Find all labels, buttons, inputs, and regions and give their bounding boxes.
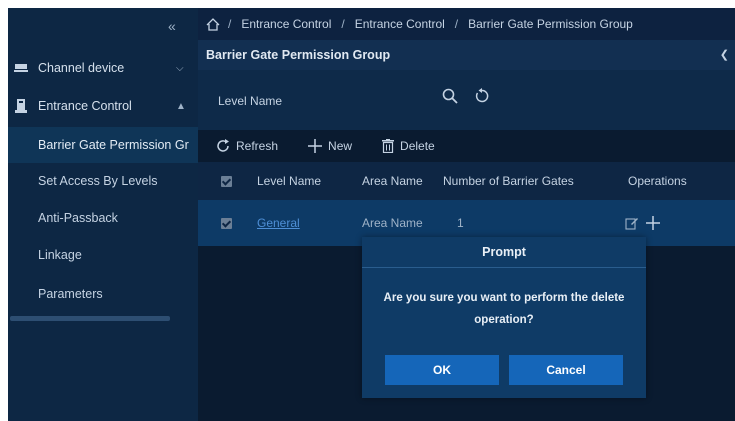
menu-entrance-control[interactable]: Entrance Control ▲	[8, 88, 198, 124]
breadcrumb-item-current: Barrier Gate Permission Group	[468, 17, 633, 31]
app-window: « Channel device ⌵ Entrance Control ▲ Ba…	[8, 8, 735, 421]
breadcrumb-item[interactable]: Entrance Control	[241, 17, 331, 31]
column-header-gates: Number of Barrier Gates	[443, 174, 574, 188]
column-header-operations: Operations	[628, 174, 687, 188]
breadcrumb-separator: /	[341, 17, 345, 31]
sidebar-item-barrier-gate-permission-group[interactable]: Barrier Gate Permission Gr	[8, 127, 198, 163]
prompt-dialog: Prompt Are you sure you want to perform …	[362, 237, 646, 398]
select-all-checkbox[interactable]	[221, 162, 232, 200]
sidebar-scrollbar[interactable]	[10, 316, 170, 321]
dialog-message: Are you sure you want to perform the del…	[383, 292, 625, 326]
level-name-input[interactable]	[288, 90, 422, 112]
toolbar: Refresh New Delete	[198, 130, 735, 162]
cancel-button[interactable]: Cancel	[509, 355, 623, 385]
delete-button[interactable]: Delete	[382, 139, 435, 153]
gate-icon	[14, 99, 28, 113]
collapse-sidebar-button[interactable]: «	[168, 18, 176, 34]
column-header-area-name: Area Name	[362, 174, 423, 188]
menu-label: Entrance Control	[38, 99, 132, 113]
trash-icon	[382, 139, 395, 153]
sidebar-item-linkage[interactable]: Linkage	[8, 237, 198, 273]
page-title: Barrier Gate Permission Group	[206, 48, 391, 62]
table-header: Level Name Area Name Number of Barrier G…	[198, 162, 735, 200]
checkbox-checked-icon	[221, 175, 232, 187]
chevron-up-icon: ▲	[176, 100, 186, 112]
refresh-button[interactable]: Refresh	[216, 139, 278, 153]
breadcrumb: / Entrance Control / Entrance Control / …	[198, 8, 735, 40]
breadcrumb-separator: /	[228, 17, 232, 31]
sidebar-item-set-access-by-levels[interactable]: Set Access By Levels	[8, 163, 198, 199]
ok-button[interactable]: OK	[385, 355, 499, 385]
add-icon[interactable]	[645, 200, 661, 246]
row-checkbox[interactable]	[221, 200, 232, 246]
new-button[interactable]: New	[308, 139, 352, 153]
breadcrumb-separator: /	[454, 17, 459, 31]
sidebar: « Channel device ⌵ Entrance Control ▲ Ba…	[8, 8, 198, 421]
column-header-level-name: Level Name	[257, 174, 322, 188]
sidebar-item-anti-passback[interactable]: Anti-Passback	[8, 200, 198, 236]
refresh-label: Refresh	[236, 139, 279, 153]
sidebar-item-parameters[interactable]: Parameters	[8, 276, 198, 312]
delete-label: Delete	[400, 139, 435, 153]
chevron-down-icon: ⌵	[176, 62, 184, 74]
plus-icon	[308, 139, 323, 153]
refresh-icon	[216, 139, 230, 153]
menu-label: Channel device	[38, 61, 125, 75]
checkbox-checked-icon	[221, 217, 232, 229]
home-icon[interactable]	[206, 17, 220, 31]
dialog-title: Prompt	[362, 237, 646, 268]
level-name-link[interactable]: General	[257, 216, 300, 230]
breadcrumb-item[interactable]: Entrance Control	[355, 17, 445, 31]
reset-icon[interactable]	[474, 88, 490, 107]
menu-channel-device[interactable]: Channel device ⌵	[8, 50, 198, 86]
chevron-left-icon[interactable]: ❮	[720, 48, 729, 61]
search-icon[interactable]	[442, 88, 458, 107]
new-label: New	[328, 139, 353, 153]
monitor-icon	[14, 62, 28, 74]
filter-bar: Level Name	[198, 70, 735, 130]
page-header: Barrier Gate Permission Group ❮	[198, 40, 735, 70]
level-name-label: Level Name	[218, 94, 283, 108]
